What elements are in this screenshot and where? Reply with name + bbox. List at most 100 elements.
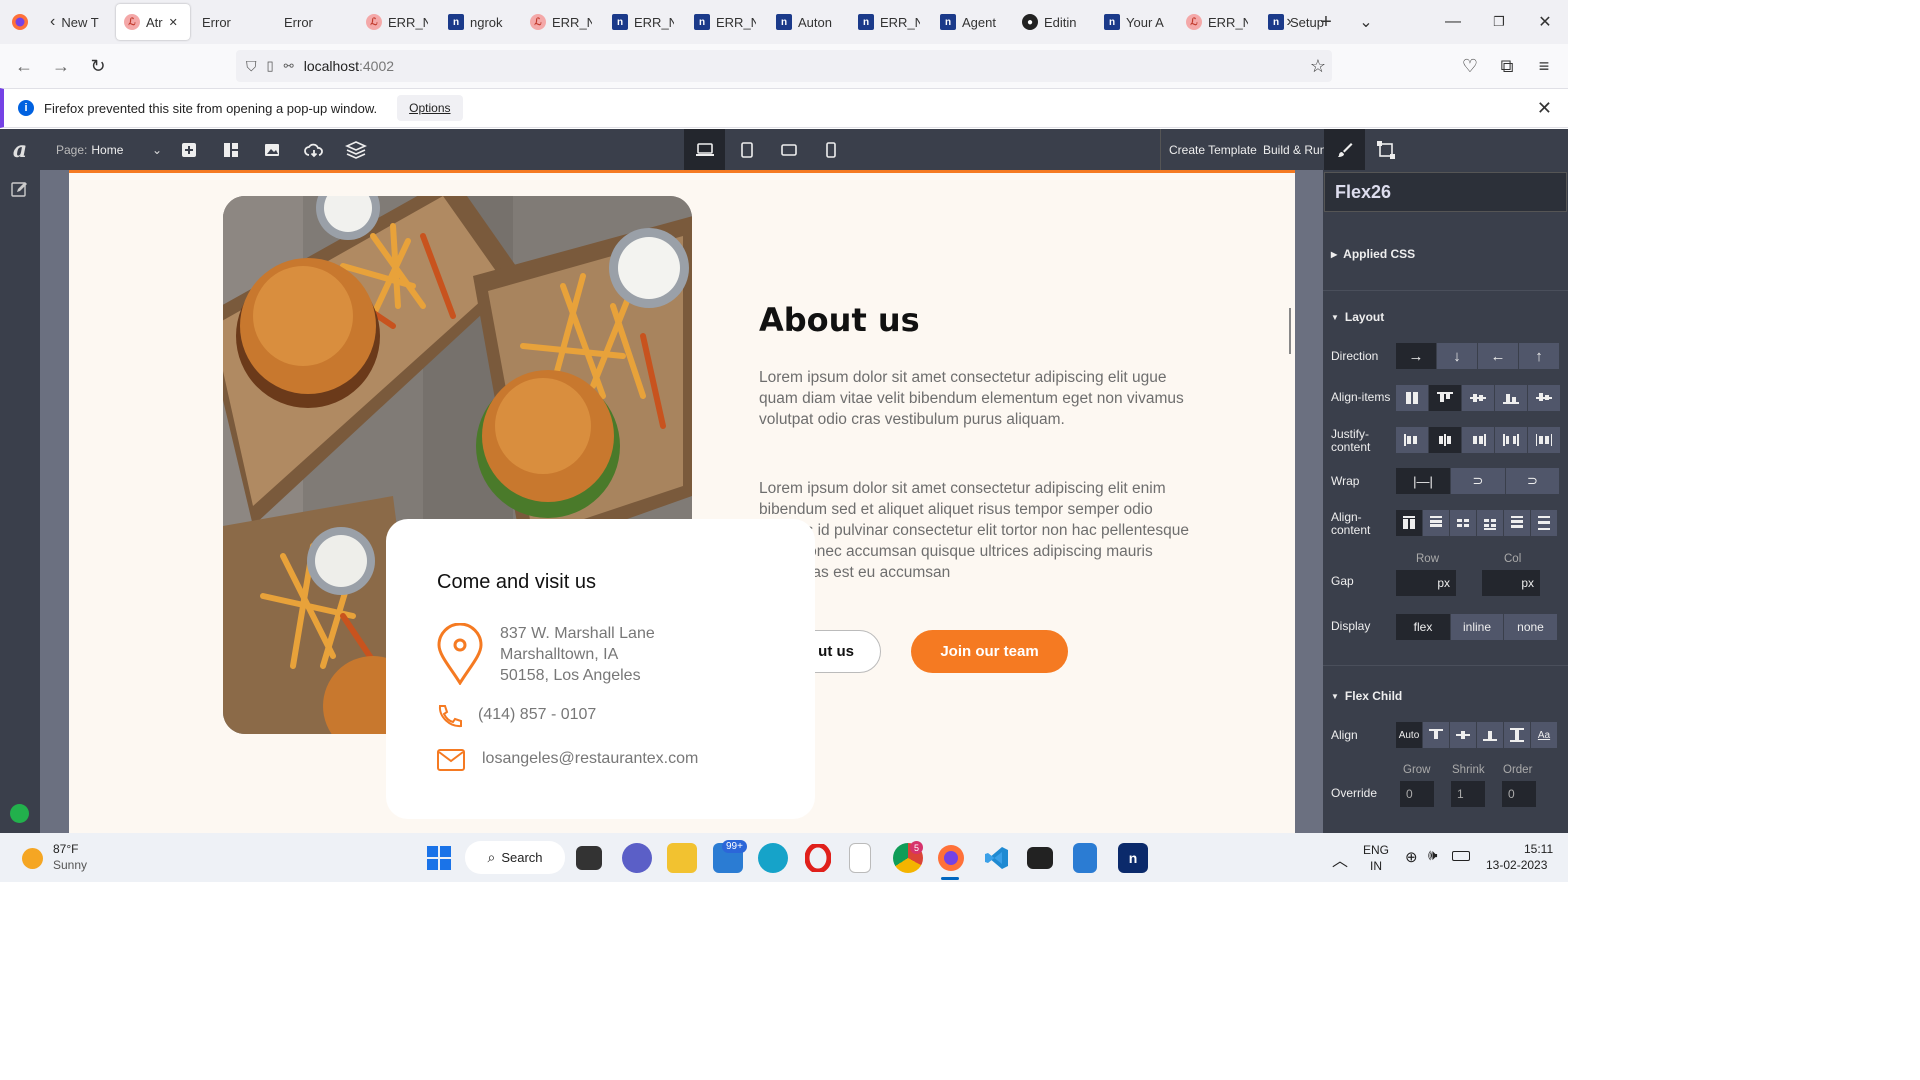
style-brush-icon[interactable]: [1324, 129, 1365, 170]
extensions-icon[interactable]: ⧉: [1489, 48, 1525, 84]
clock-time[interactable]: 15:11: [1524, 842, 1553, 856]
align-self-baseline-icon[interactable]: Aa: [1531, 722, 1557, 748]
file-explorer-icon[interactable]: [667, 843, 697, 873]
browser-tab[interactable]: n ERR_N: [686, 4, 764, 40]
terminal-icon[interactable]: [1027, 847, 1053, 869]
email-text[interactable]: losangeles@restaurantex.com: [482, 748, 698, 769]
create-template-button[interactable]: Create Template: [1164, 129, 1262, 170]
direction-column-reverse-option[interactable]: ↑: [1519, 343, 1559, 369]
notification-options-button[interactable]: Options: [397, 95, 463, 121]
align-content-end-icon[interactable]: [1477, 510, 1503, 536]
taskbar-search-button[interactable]: ⌕ Search: [465, 841, 565, 874]
restore-window-icon[interactable]: ❐: [1476, 0, 1522, 44]
pocket-icon[interactable]: ♡: [1452, 48, 1488, 84]
align-start-icon[interactable]: [1429, 385, 1461, 411]
back-arrow-icon[interactable]: ←: [6, 48, 42, 84]
settings-transform-icon[interactable]: [1365, 129, 1406, 170]
direction-row-option[interactable]: →: [1396, 343, 1436, 369]
shrink-input[interactable]: 1: [1451, 781, 1485, 807]
layout-section[interactable]: ▼ Layout: [1331, 310, 1384, 324]
mobile-view-icon[interactable]: [810, 129, 851, 170]
list-all-tabs-chevron-icon[interactable]: ⌄: [1352, 0, 1380, 44]
permissions-icon[interactable]: ⚯: [284, 59, 294, 73]
about-title[interactable]: About us: [759, 301, 920, 339]
clock-date[interactable]: 13-02-2023: [1486, 858, 1547, 872]
justify-center-icon[interactable]: [1429, 427, 1461, 453]
tablet-landscape-view-icon[interactable]: [768, 129, 809, 170]
desktop-view-icon[interactable]: [684, 129, 725, 170]
applied-css-section[interactable]: ▶ Applied CSS: [1331, 247, 1415, 261]
gap-row-input[interactable]: px: [1396, 570, 1456, 596]
notification-close-icon[interactable]: ✕: [1537, 98, 1552, 119]
nowrap-icon[interactable]: |—|: [1396, 468, 1450, 494]
align-self-auto-option[interactable]: Auto: [1396, 722, 1422, 748]
display-flex-option[interactable]: flex: [1396, 614, 1450, 640]
opera-icon[interactable]: [803, 843, 833, 873]
edit-mode-icon[interactable]: [11, 181, 28, 201]
cloud-sync-icon[interactable]: [293, 129, 334, 170]
edge-icon[interactable]: [758, 843, 788, 873]
browser-tab[interactable]: n Agent: [932, 4, 1010, 40]
visit-us-card[interactable]: Come and visit us 837 W. Marshall Lane M…: [386, 519, 815, 819]
grow-input[interactable]: 0: [1400, 781, 1434, 807]
browser-tab[interactable]: n Your A: [1096, 4, 1174, 40]
n8n-taskbar-icon[interactable]: n: [1118, 843, 1148, 873]
browser-tab[interactable]: ‹ New T: [42, 4, 112, 40]
align-center-icon[interactable]: [1462, 385, 1494, 411]
tab-scroll-right-icon[interactable]: ›: [1275, 0, 1303, 44]
close-tab-icon[interactable]: ✕: [169, 16, 178, 29]
align-content-between-icon[interactable]: [1504, 510, 1530, 536]
align-content-stretch-icon[interactable]: [1396, 510, 1422, 536]
wrap-reverse-icon[interactable]: ⊃: [1506, 468, 1559, 494]
volume-icon[interactable]: 🕪: [1428, 847, 1437, 864]
battery-icon[interactable]: [1452, 851, 1470, 861]
display-none-option[interactable]: none: [1504, 614, 1557, 640]
justify-space-around-icon[interactable]: [1528, 427, 1560, 453]
teams-chat-icon[interactable]: [622, 843, 652, 873]
align-content-center-icon[interactable]: [1450, 510, 1476, 536]
weather-temp[interactable]: 87°F: [53, 842, 78, 856]
browser-tab[interactable]: ● Editin: [1014, 4, 1092, 40]
flex-child-section[interactable]: ▼ Flex Child: [1331, 689, 1402, 703]
browser-tab[interactable]: Error: [194, 4, 272, 40]
align-baseline-icon[interactable]: [1528, 385, 1560, 411]
justify-start-icon[interactable]: [1396, 427, 1428, 453]
tray-chevron-icon[interactable]: ︿: [1332, 847, 1348, 871]
bookmark-star-icon[interactable]: ☆: [1310, 56, 1326, 77]
minimize-window-icon[interactable]: —: [1430, 0, 1476, 44]
page-canvas[interactable]: About us Lorem ipsum dolor sit amet cons…: [69, 170, 1295, 833]
wrap-icon[interactable]: ⊃: [1451, 468, 1505, 494]
shield-icon[interactable]: ⛉: [246, 58, 257, 75]
task-view-icon[interactable]: [576, 846, 602, 870]
browser-tab[interactable]: n Auton: [768, 4, 846, 40]
align-self-start-icon[interactable]: [1423, 722, 1449, 748]
app-menu-icon[interactable]: ≡: [1526, 48, 1562, 84]
notepad-blue-icon[interactable]: [1073, 843, 1097, 873]
tablet-view-icon[interactable]: [726, 129, 767, 170]
firefox-taskbar-icon[interactable]: [936, 843, 966, 873]
canvas-scroll-indicator[interactable]: [1289, 308, 1291, 354]
close-window-icon[interactable]: ✕: [1522, 0, 1568, 44]
about-paragraph-1[interactable]: Lorem ipsum dolor sit amet consectetur a…: [759, 367, 1189, 430]
display-inline-option[interactable]: inline: [1451, 614, 1503, 640]
browser-tab[interactable]: n ngrok: [440, 4, 518, 40]
layers-icon[interactable]: [335, 129, 376, 170]
align-content-around-icon[interactable]: [1531, 510, 1557, 536]
browser-tab[interactable]: ℒ ERR_N: [358, 4, 436, 40]
browser-tab[interactable]: Error: [276, 4, 354, 40]
align-content-start-icon[interactable]: [1423, 510, 1449, 536]
build-run-button[interactable]: Build & Run: [1258, 129, 1331, 170]
network-globe-icon[interactable]: ⊕: [1405, 848, 1418, 866]
browser-tab[interactable]: n ERR_N: [850, 4, 928, 40]
browser-tab[interactable]: ℒ ERR_N: [1178, 4, 1256, 40]
direction-row-reverse-option[interactable]: ←: [1478, 343, 1518, 369]
language-indicator[interactable]: ENG IN: [1363, 842, 1389, 874]
align-stretch-icon[interactable]: [1396, 385, 1428, 411]
page-select[interactable]: Page: Home ⌄: [40, 129, 168, 170]
image-assets-icon[interactable]: [251, 129, 292, 170]
join-our-team-button[interactable]: Join our team: [911, 630, 1068, 673]
url-bar[interactable]: ⛉ ▯ ⚯ localhost:4002 ☆: [236, 50, 1332, 82]
layout-blocks-icon[interactable]: [210, 129, 251, 170]
vscode-icon[interactable]: [981, 843, 1011, 873]
forward-arrow-icon[interactable]: →: [43, 48, 79, 84]
